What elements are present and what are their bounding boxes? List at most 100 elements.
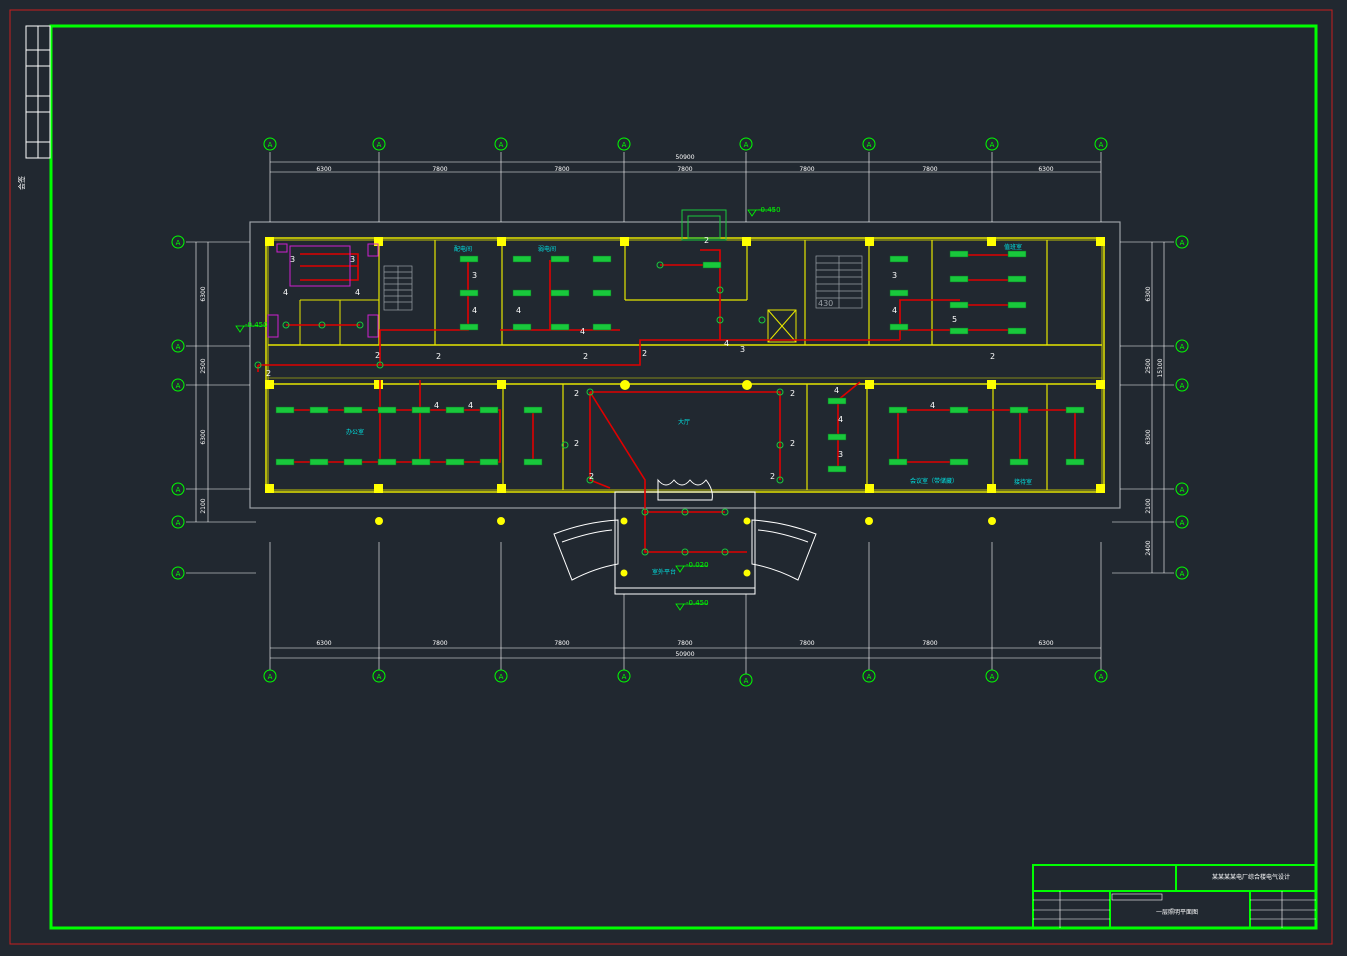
svg-text:7800: 7800 (799, 166, 814, 173)
svg-text:A: A (1180, 343, 1185, 351)
svg-text:7800: 7800 (922, 166, 937, 173)
svg-text:2: 2 (589, 472, 594, 481)
grid-bubbles-right (1175, 235, 1189, 580)
svg-text:4: 4 (892, 306, 897, 315)
side-label: 会签 (17, 176, 26, 190)
binding-strip (25, 25, 51, 159)
svg-text:A: A (176, 519, 181, 527)
svg-text:6300: 6300 (1145, 429, 1152, 444)
svg-text:2: 2 (990, 352, 995, 361)
elevation-top: -0.450 (758, 206, 781, 214)
svg-text:A: A (377, 673, 382, 681)
grid-bubble-labels-right: A A A A A A (1180, 239, 1185, 578)
entrance-platform (553, 478, 817, 595)
stair-number: 430 (818, 299, 833, 308)
grid-label-3: A (499, 141, 504, 149)
svg-text:7800: 7800 (554, 166, 569, 173)
svg-text:2: 2 (375, 351, 380, 360)
svg-text:2500: 2500 (200, 358, 207, 373)
room-label-1: 配电间 (454, 245, 472, 253)
svg-text:7800: 7800 (432, 640, 447, 647)
grid-bubble-labels-left: A A A A A A (176, 239, 181, 578)
svg-text:A: A (1180, 486, 1185, 494)
room-label-office: 办公室 (346, 428, 364, 436)
svg-text:A: A (1180, 519, 1185, 527)
svg-text:2: 2 (583, 352, 588, 361)
title-project: 某某某某电厂综合楼电气设计 (1212, 873, 1290, 881)
svg-text:7800: 7800 (677, 166, 692, 173)
svg-text:7800: 7800 (922, 640, 937, 647)
svg-text:50900: 50900 (675, 651, 694, 658)
svg-text:7800: 7800 (554, 640, 569, 647)
svg-text:7800: 7800 (432, 166, 447, 173)
svg-text:A: A (176, 239, 181, 247)
svg-text:4: 4 (834, 386, 839, 395)
svg-text:3: 3 (838, 450, 843, 459)
svg-text:4: 4 (580, 327, 585, 336)
elevation-entry: -0.020 (686, 561, 709, 569)
svg-text:A: A (990, 673, 995, 681)
grid-label-6: A (867, 141, 872, 149)
grid-label-2: A (377, 141, 382, 149)
svg-text:50900: 50900 (675, 154, 694, 161)
circuit-numbers: 2 2 2 2 2 2 2 2 2 2 2 2 2 3 3 3 3 3 3 4 … (266, 236, 995, 481)
dimensions-left: 6300 2500 6300 2100 (200, 286, 207, 513)
room-label-4: 接待室 (1014, 478, 1032, 486)
svg-text:2: 2 (574, 439, 579, 448)
svg-text:2400: 2400 (1145, 540, 1152, 555)
svg-text:A: A (1180, 570, 1185, 578)
svg-text:A: A (176, 570, 181, 578)
svg-text:A: A (268, 673, 273, 681)
svg-text:A: A (499, 673, 504, 681)
svg-text:2: 2 (574, 389, 579, 398)
svg-text:3: 3 (472, 271, 477, 280)
svg-text:3: 3 (740, 345, 745, 354)
svg-text:4: 4 (516, 306, 521, 315)
svg-text:4: 4 (472, 306, 477, 315)
grid-bubbles-left (171, 235, 185, 580)
svg-text:2: 2 (770, 472, 775, 481)
svg-text:A: A (176, 486, 181, 494)
svg-text:A: A (622, 673, 627, 681)
svg-text:2: 2 (266, 369, 271, 378)
svg-text:2: 2 (790, 389, 795, 398)
svg-text:A: A (1180, 239, 1185, 247)
svg-text:A: A (867, 673, 872, 681)
svg-text:A: A (744, 677, 749, 685)
grid-bubbles-top (263, 137, 1108, 151)
svg-text:6300: 6300 (1038, 640, 1053, 647)
svg-text:7800: 7800 (799, 640, 814, 647)
drawing-frame (49, 24, 1318, 930)
svg-text:2: 2 (790, 439, 795, 448)
svg-text:4: 4 (434, 401, 439, 410)
dimensions-top: 50900 6300 7800 7800 7800 7800 7800 6300 (316, 154, 1053, 173)
svg-text:6300: 6300 (200, 429, 207, 444)
lighting-circuits (257, 249, 1076, 553)
svg-text:3: 3 (892, 271, 897, 280)
svg-text:2: 2 (436, 352, 441, 361)
elevator (767, 309, 797, 343)
svg-text:2: 2 (704, 236, 709, 245)
svg-text:4: 4 (724, 339, 729, 348)
svg-text:7800: 7800 (677, 640, 692, 647)
cad-drawing: 会签 430 A A A A A A A A A A A A A A A A A… (9, 9, 1333, 945)
svg-text:6300: 6300 (316, 640, 331, 647)
svg-text:2500: 2500 (1145, 358, 1152, 373)
dimensions-bottom: 6300 7800 7800 7800 7800 7800 6300 50900 (316, 640, 1053, 658)
svg-text:3: 3 (290, 255, 295, 264)
svg-text:15100: 15100 (1157, 358, 1164, 377)
svg-text:5: 5 (952, 315, 957, 324)
grid-bubbles-bottom (263, 669, 1108, 687)
svg-text:4: 4 (355, 288, 360, 297)
grid-bubble-labels-top: A A A A A A A A (268, 141, 1104, 149)
svg-text:2100: 2100 (200, 498, 207, 513)
svg-text:4: 4 (283, 288, 288, 297)
svg-text:6300: 6300 (1145, 286, 1152, 301)
svg-text:4: 4 (930, 401, 935, 410)
dimensions-right: 6300 2500 6300 2100 2400 15100 (1145, 286, 1164, 555)
room-label-meeting: 会议室（带储藏） (910, 477, 958, 485)
svg-text:4: 4 (468, 401, 473, 410)
grid-label-1: A (268, 141, 273, 149)
svg-text:2100: 2100 (1145, 498, 1152, 513)
svg-text:A: A (1099, 673, 1104, 681)
